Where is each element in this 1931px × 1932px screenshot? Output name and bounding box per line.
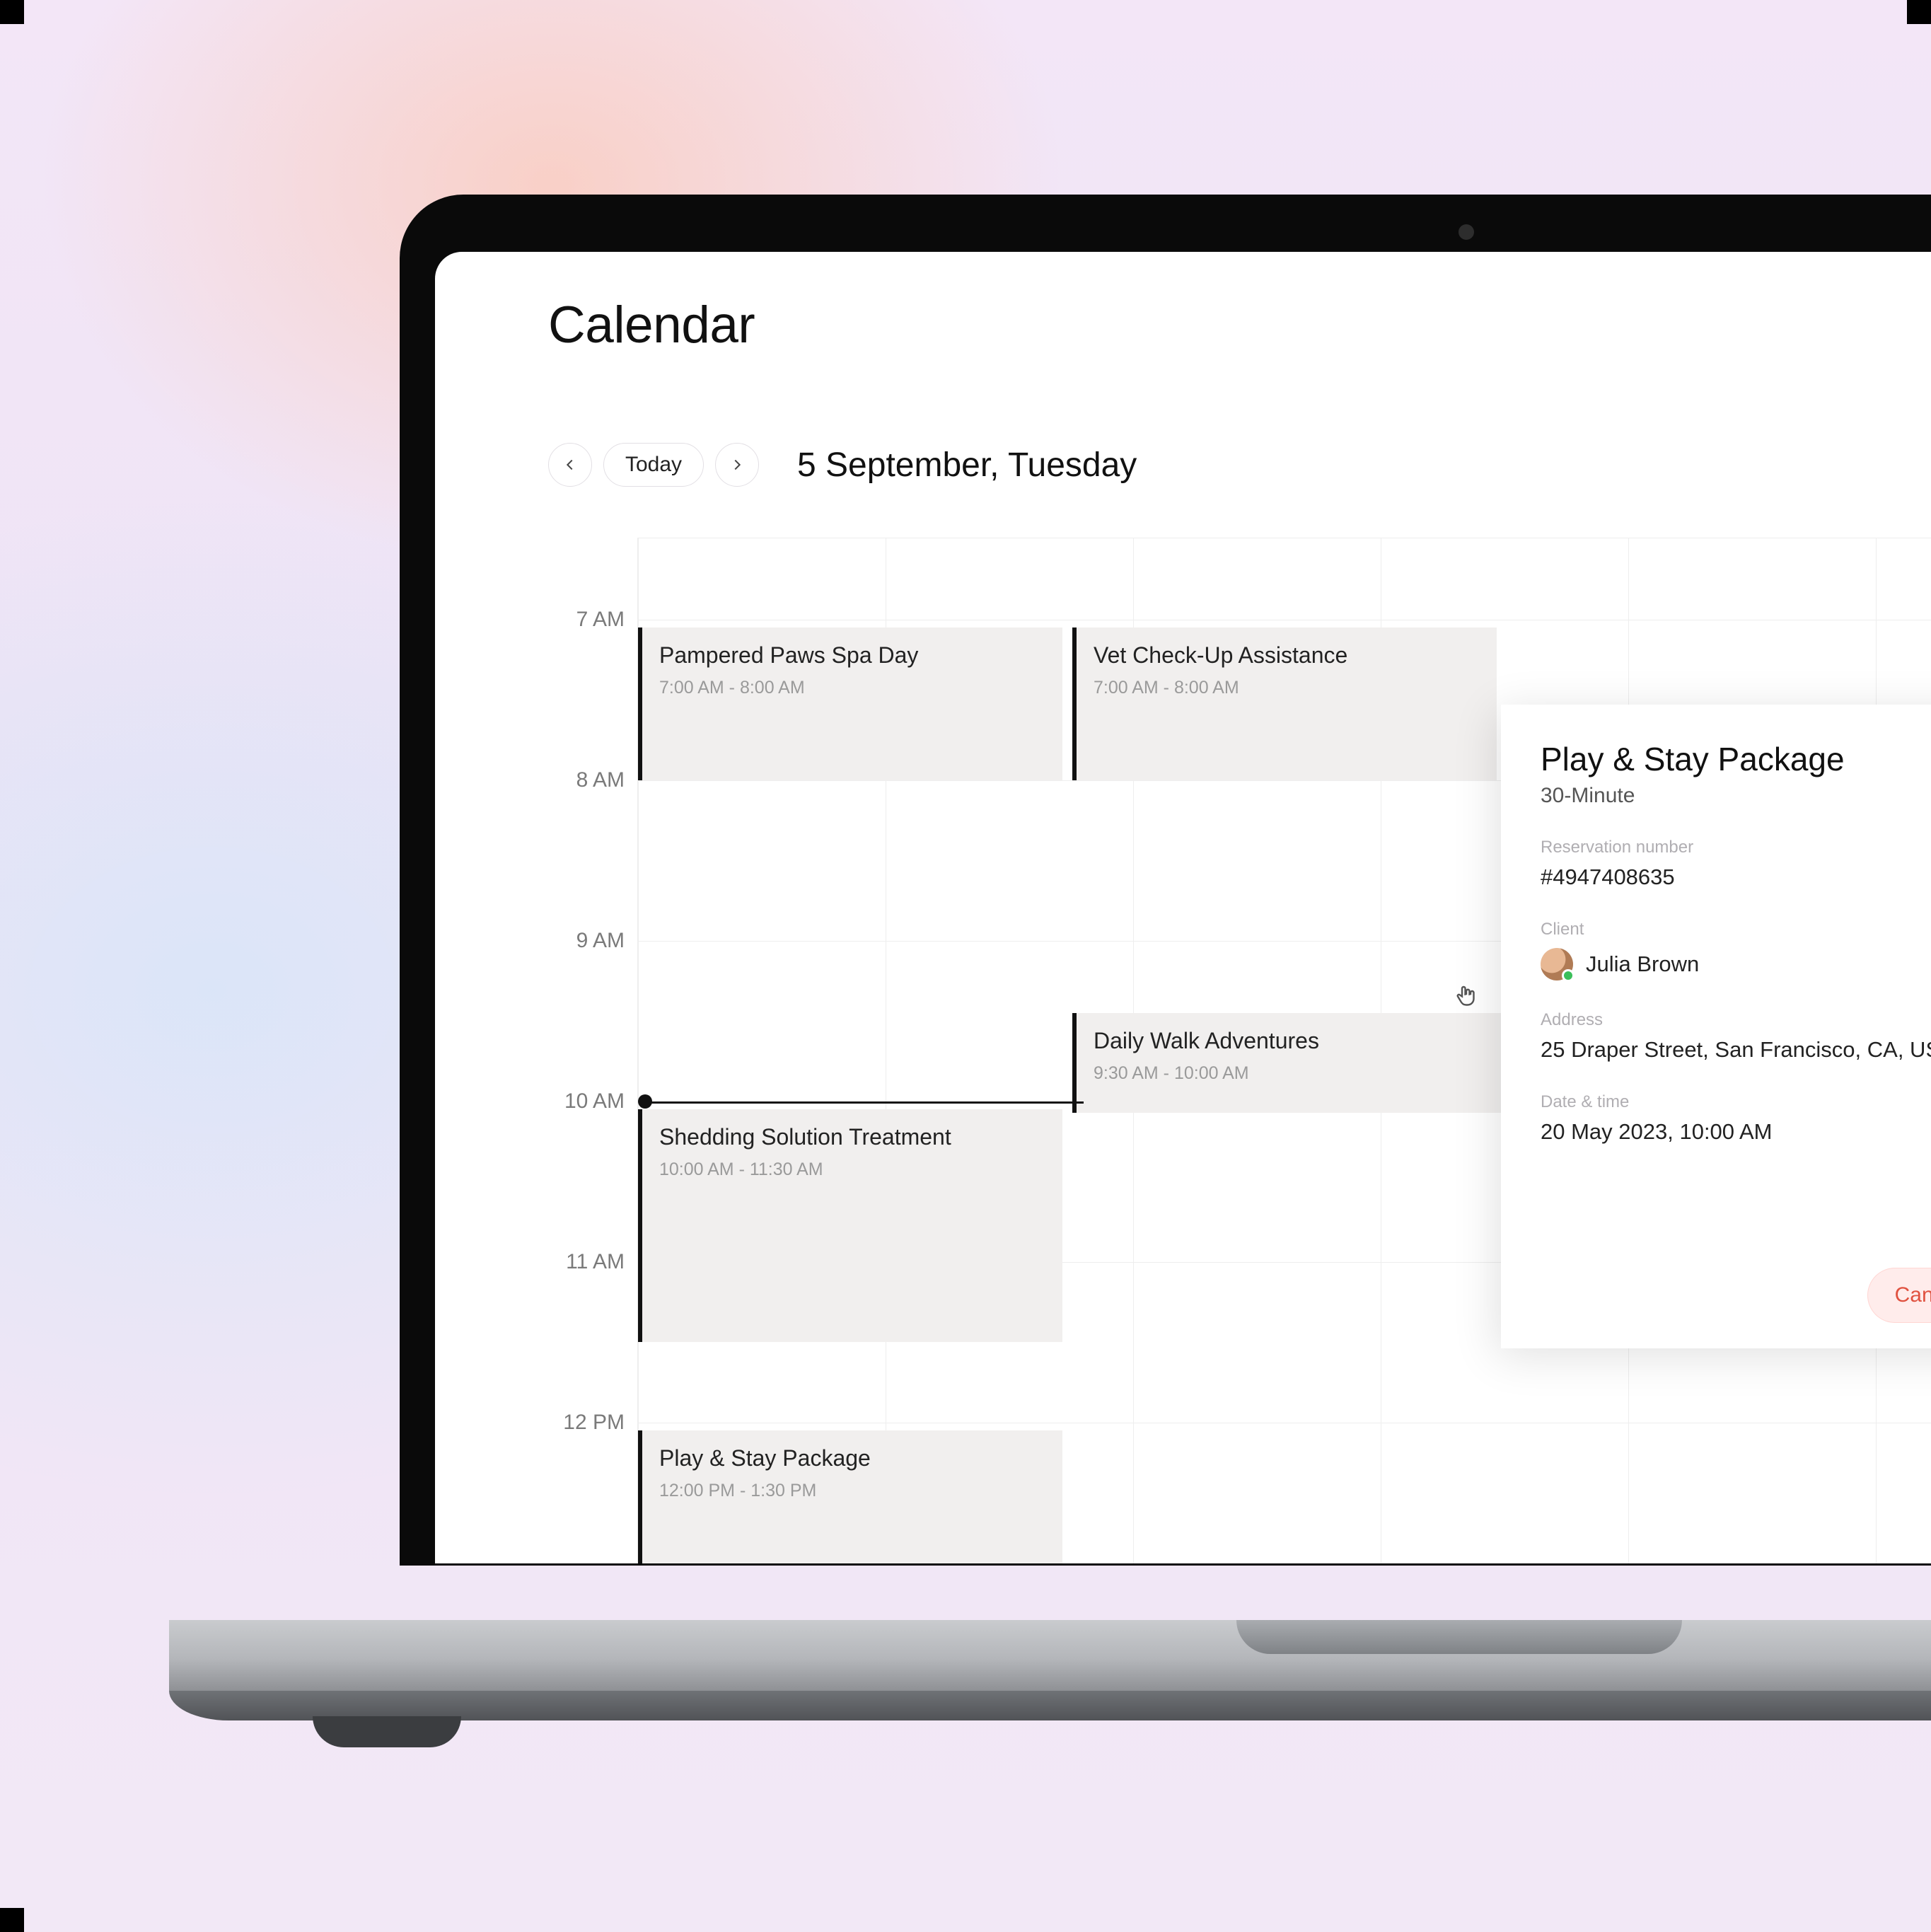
laptop-foot: [313, 1716, 461, 1747]
time-gutter: 7 AM 8 AM 9 AM 10 AM 11 AM 12 PM: [548, 538, 637, 1563]
event-title: Shedding Solution Treatment: [659, 1123, 1045, 1150]
datetime-label: Date & time: [1541, 1092, 1931, 1112]
calendar-event[interactable]: Shedding Solution Treatment 10:00 AM - 11…: [638, 1109, 1062, 1342]
arrow-left-icon: [562, 457, 578, 473]
date-nav: Today: [548, 443, 759, 487]
current-time-line: [645, 1101, 1084, 1104]
decorative-corner: [0, 1908, 24, 1932]
decorative-corner: [1907, 0, 1931, 24]
cancel-reservation-button[interactable]: Cancel res: [1867, 1268, 1931, 1323]
panel-subtitle: 30-Minute: [1541, 784, 1931, 808]
event-detail-panel: Play & Stay Package 30-Minute Reservatio…: [1501, 705, 1931, 1348]
webcam-icon: [1459, 224, 1474, 240]
client-label: Client: [1541, 920, 1931, 939]
event-time: 12:00 PM - 1:30 PM: [659, 1481, 1045, 1501]
event-time: 7:00 AM - 8:00 AM: [659, 678, 1045, 698]
decorative-corner: [0, 0, 24, 24]
calendar-event[interactable]: Pampered Paws Spa Day 7:00 AM - 8:00 AM: [638, 627, 1062, 780]
arrow-right-icon: [729, 457, 745, 473]
current-time-dot: [638, 1094, 652, 1109]
next-day-button[interactable]: [715, 443, 759, 487]
cancel-reservation-label: Cancel res: [1895, 1283, 1931, 1307]
event-time: 10:00 AM - 11:30 AM: [659, 1159, 1045, 1180]
address-label: Address: [1541, 1010, 1931, 1030]
hour-label: 11 AM: [566, 1250, 625, 1274]
event-title: Pampered Paws Spa Day: [659, 642, 1045, 669]
client-row[interactable]: Julia Brown: [1541, 948, 1931, 981]
client-avatar: [1541, 948, 1573, 981]
panel-title: Play & Stay Package: [1541, 740, 1931, 778]
stage: Calendar Today 5 September, Tuesday 7 AM…: [0, 0, 1931, 1932]
reservation-number-value: #4947408635: [1541, 864, 1931, 890]
hour-label: 7 AM: [576, 608, 625, 632]
client-name: Julia Brown: [1586, 951, 1699, 977]
today-button[interactable]: Today: [603, 443, 704, 487]
hour-label: 9 AM: [576, 929, 625, 953]
laptop-notch: [1236, 1620, 1682, 1654]
prev-day-button[interactable]: [548, 443, 592, 487]
reservation-number-label: Reservation number: [1541, 838, 1931, 857]
page-title: Calendar: [548, 296, 755, 354]
event-time: 9:30 AM - 10:00 AM: [1094, 1063, 1484, 1084]
calendar-event[interactable]: Play & Stay Package 12:00 PM - 1:30 PM: [638, 1430, 1062, 1563]
current-date: 5 September, Tuesday: [797, 443, 1137, 487]
app-screen: Calendar Today 5 September, Tuesday 7 AM…: [435, 252, 1931, 1563]
event-title: Daily Walk Adventures: [1094, 1027, 1484, 1054]
calendar-event[interactable]: Vet Check-Up Assistance 7:00 AM - 8:00 AM: [1072, 627, 1497, 780]
address-value: 25 Draper Street, San Francisco, CA, USA: [1541, 1037, 1931, 1063]
hour-label: 10 AM: [564, 1089, 625, 1113]
event-title: Play & Stay Package: [659, 1445, 1045, 1471]
hour-label: 8 AM: [576, 768, 625, 792]
event-time: 7:00 AM - 8:00 AM: [1094, 678, 1480, 698]
datetime-value: 20 May 2023, 10:00 AM: [1541, 1119, 1931, 1145]
hour-label: 12 PM: [563, 1411, 625, 1435]
event-title: Vet Check-Up Assistance: [1094, 642, 1480, 669]
pointer-hand-icon: [1454, 983, 1479, 1008]
online-status-icon: [1562, 969, 1575, 982]
calendar-event[interactable]: Daily Walk Adventures 9:30 AM - 10:00 AM: [1072, 1013, 1501, 1113]
